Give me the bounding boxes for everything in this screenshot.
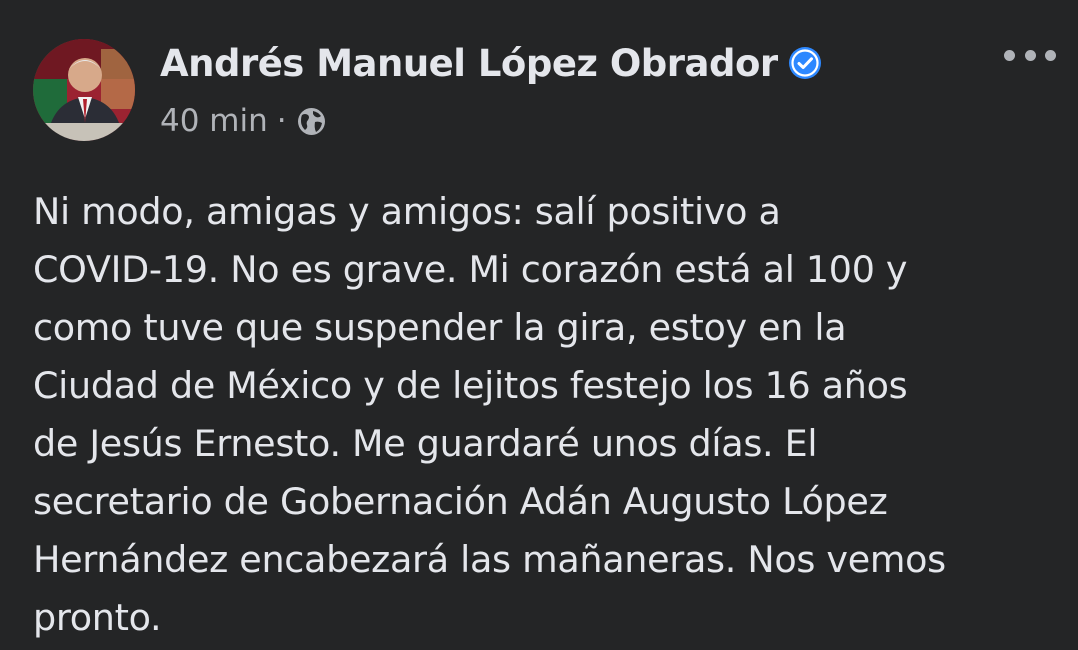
post-body-text: Ni modo, amigas y amigos: salí positivo … — [33, 183, 1053, 647]
meta-separator: · — [276, 103, 287, 139]
post-text-line: Ciudad de México y de lejitos festejo lo… — [33, 364, 908, 407]
facebook-post: Andrés Manuel López Obrador 40 min · Ni … — [0, 0, 1078, 650]
author-avatar[interactable] — [33, 39, 135, 141]
post-text-line: como tuve que suspender la gira, estoy e… — [33, 306, 847, 349]
verified-badge-icon — [788, 46, 822, 80]
avatar-photo — [33, 39, 135, 141]
author-name[interactable]: Andrés Manuel López Obrador — [160, 42, 778, 85]
post-text-line: Ni modo, amigas y amigos: salí positivo … — [33, 190, 781, 233]
post-meta: 40 min · — [160, 100, 327, 142]
post-text-line: de Jesús Ernesto. Me guardaré unos días.… — [33, 422, 818, 465]
post-text-line: COVID-19. No es grave. Mi corazón está a… — [33, 248, 908, 291]
post-text-line: pronto. — [33, 596, 162, 639]
post-text-line: Hernández encabezará las mañaneras. Nos … — [33, 538, 946, 581]
author-line: Andrés Manuel López Obrador — [160, 38, 822, 88]
post-timestamp[interactable]: 40 min — [160, 103, 268, 139]
post-text-line: secretario de Gobernación Adán Augusto L… — [33, 480, 888, 523]
globe-icon[interactable] — [296, 106, 327, 137]
more-options-icon[interactable] — [1004, 40, 1056, 70]
